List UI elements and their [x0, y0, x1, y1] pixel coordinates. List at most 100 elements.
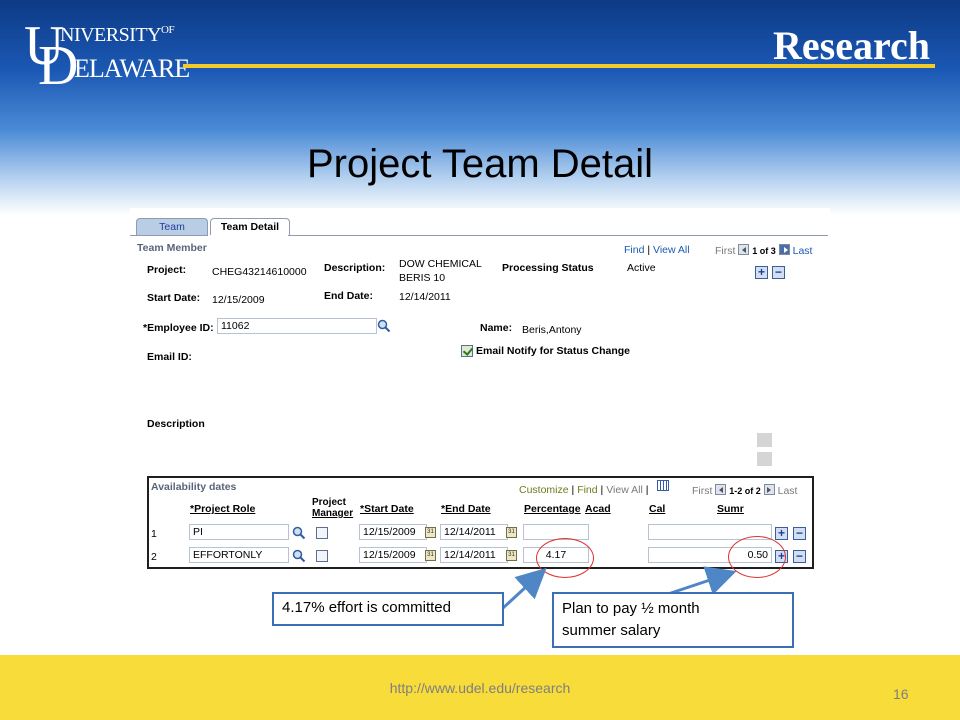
email-notify-label: Email Notify for Status Change — [476, 345, 631, 357]
grid-nav-sep-1: | — [571, 484, 575, 496]
col-percentage: Percentage — [524, 503, 581, 515]
row-2-role-search-icon[interactable] — [292, 549, 306, 563]
tab-team-detail[interactable]: Team Detail — [210, 218, 290, 236]
team-member-label: Team Member — [137, 242, 207, 254]
grid-range: 1-2 of 2 — [729, 486, 761, 496]
col-start-date: *Start Date — [360, 503, 414, 515]
availability-grid: Availability dates Customize | Find | Vi… — [147, 476, 814, 569]
grid-view-all-link[interactable]: View All — [606, 484, 643, 496]
callout-summer-salary: Plan to pay ½ month summer salary — [552, 592, 794, 648]
delete-row-button[interactable]: − — [772, 266, 785, 279]
grid-next-arrow-icon[interactable] — [763, 484, 775, 495]
row-2-number: 2 — [151, 551, 157, 563]
row-1-percentage-input[interactable] — [523, 524, 589, 540]
add-row-button[interactable]: + — [755, 266, 768, 279]
col-cal: Cal — [649, 503, 666, 515]
start-date-label: Start Date: — [147, 292, 201, 304]
team-member-nav: Find | View All — [624, 244, 690, 256]
callout-effort: 4.17% effort is committed — [272, 592, 504, 626]
processing-status-label: Processing Status — [502, 262, 594, 274]
row-1-add-button[interactable]: + — [775, 527, 788, 540]
description-label: Description: — [324, 262, 386, 274]
row-2-start-calendar-icon[interactable]: 31 — [425, 550, 436, 561]
footer-url[interactable]: http://www.udel.edu/research — [0, 680, 960, 696]
description-line-2: BERIS 10 — [399, 272, 446, 284]
row-1-end-input[interactable]: 12/14/2011 — [440, 524, 508, 540]
pager-range: 1 of 3 — [752, 246, 776, 256]
col-end-date: *End Date — [441, 503, 491, 515]
logo-university: NIVERSITY — [60, 24, 162, 46]
start-date-value: 12/15/2009 — [212, 294, 265, 306]
col-project-manager: Project Manager — [312, 497, 353, 519]
row-1-manager-checkbox[interactable] — [316, 527, 328, 539]
description-field-label: Description — [147, 418, 205, 430]
university-logo: U D NIVERSITYOF ELAWARE — [24, 18, 190, 94]
row-2-role-input[interactable]: EFFORTONLY — [189, 547, 289, 563]
search-icon[interactable] — [377, 319, 391, 333]
team-member-pager: First 1 of 3 Last — [715, 244, 812, 257]
col-acad: Acad — [585, 503, 611, 515]
col-project-manager-line-1: Project — [312, 497, 346, 508]
row-1-start-calendar-icon[interactable]: 31 — [425, 527, 436, 538]
email-id-label: Email ID: — [147, 351, 192, 363]
grid-last-link[interactable]: Last — [778, 485, 798, 497]
employee-id-input[interactable]: 11062 — [217, 318, 377, 334]
research-brand: Research — [773, 23, 930, 68]
app-screen: Team Team Detail Team Member Find | View… — [130, 208, 830, 573]
grid-pager: First 1-2 of 2 Last — [692, 484, 797, 497]
project-label: Project: — [147, 264, 187, 276]
next-arrow-icon[interactable] — [778, 244, 790, 255]
scroll-down-button[interactable] — [757, 452, 772, 466]
grid-nav-sep-3: | — [645, 484, 649, 496]
page-number: 16 — [893, 686, 909, 702]
row-2-manager-checkbox[interactable] — [316, 550, 328, 562]
project-value: CHEG43214610000 — [212, 266, 307, 278]
grid-nav-links: Customize | Find | View All | — [519, 484, 648, 496]
row-1-role-input[interactable]: PI — [189, 524, 289, 540]
tab-team[interactable]: Team — [136, 218, 208, 236]
highlight-oval-percentage — [536, 538, 594, 578]
grid-first-link[interactable]: First — [692, 485, 712, 497]
row-2-end-input[interactable]: 12/14/2011 — [440, 547, 508, 563]
tab-underline — [130, 235, 828, 236]
availability-title: Availability dates — [151, 481, 237, 493]
col-project-manager-line-2: Manager — [312, 508, 354, 519]
grid-find-link[interactable]: Find — [577, 484, 597, 496]
grid-download-icon[interactable] — [657, 480, 669, 491]
grid-prev-arrow-icon[interactable] — [715, 484, 727, 495]
processing-status-value: Active — [627, 262, 656, 274]
grid-nav-sep-2: | — [600, 484, 604, 496]
description-line-1: DOW CHEMICAL — [399, 258, 482, 270]
view-all-link[interactable]: View All — [653, 244, 690, 256]
logo-of: OF — [161, 24, 175, 36]
end-date-value: 12/14/2011 — [399, 291, 451, 303]
row-1-number: 1 — [151, 528, 157, 540]
callout-summer-line-1: Plan to pay ½ month — [562, 600, 700, 617]
row-1-end-calendar-icon[interactable]: 31 — [506, 527, 517, 538]
row-2-delete-button[interactable]: − — [793, 550, 806, 563]
row-2-start-input[interactable]: 12/15/2009 — [359, 547, 427, 563]
email-notify-checkbox[interactable] — [461, 345, 473, 357]
tab-bar: Team Team Detail — [132, 218, 830, 236]
prev-arrow-icon[interactable] — [738, 244, 750, 255]
callout-summer-line-2: summer salary — [562, 622, 661, 639]
scroll-up-button[interactable] — [757, 433, 772, 447]
name-label: Name: — [480, 322, 513, 334]
nav-separator: | — [647, 244, 651, 256]
col-project-role: *Project Role — [190, 503, 256, 515]
logo-row-2: ELAWARE — [74, 54, 190, 83]
row-1-delete-button[interactable]: − — [793, 527, 806, 540]
row-1-role-search-icon[interactable] — [292, 526, 306, 540]
row-2-end-calendar-icon[interactable]: 31 — [506, 550, 517, 561]
employee-id-label: *Employee ID: — [143, 322, 214, 334]
highlight-oval-sumr — [728, 536, 786, 578]
find-link[interactable]: Find — [624, 244, 644, 256]
customize-link[interactable]: Customize — [519, 484, 569, 496]
first-link[interactable]: First — [715, 245, 735, 257]
name-value: Beris,Antony — [522, 324, 582, 336]
logo-row-1: NIVERSITYOF — [60, 24, 175, 47]
last-link[interactable]: Last — [793, 245, 813, 257]
row-1-start-input[interactable]: 12/15/2009 — [359, 524, 427, 540]
col-sumr: Sumr — [717, 503, 744, 515]
end-date-label: End Date: — [324, 290, 374, 302]
